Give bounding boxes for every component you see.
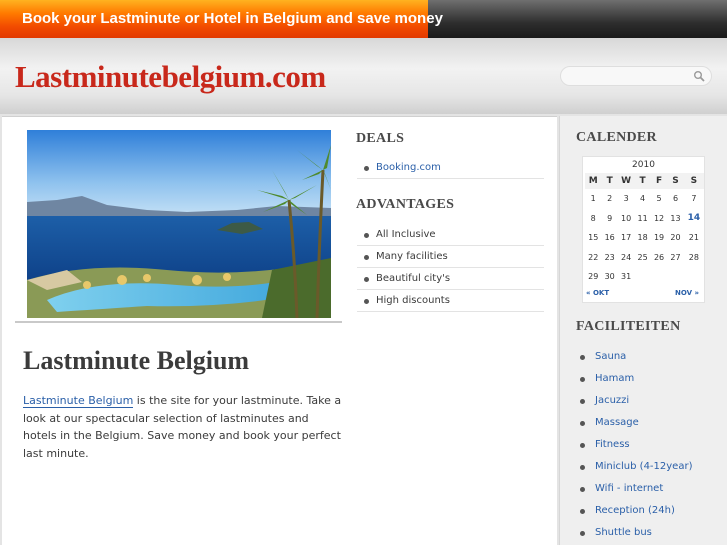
calendar-day: 24 (621, 252, 632, 262)
search-input[interactable] (560, 66, 712, 86)
facility-link[interactable]: Fitness (576, 434, 716, 456)
hero-image (27, 130, 331, 318)
calendar-day: 23 (604, 252, 615, 262)
weekday-header: F (650, 173, 668, 189)
deals-item[interactable]: Booking.com (357, 157, 544, 179)
calendar-day: 8 (590, 213, 596, 223)
calendar-day (667, 267, 683, 287)
calendar-day: 5 (656, 194, 662, 204)
post-title: Lastminute Belgium (23, 346, 250, 375)
calendar-day: 3 (623, 194, 629, 204)
calendar-day: 10 (621, 213, 632, 223)
deals-title: DEALS (356, 131, 405, 146)
weekday-header: T (634, 173, 651, 189)
calendar-day (634, 267, 650, 287)
calendar-day (651, 267, 667, 287)
weekday-header: S (667, 173, 684, 189)
calendar-grid: M T W T F S S 1 2 3 4 5 6 7 8 9 10 11 12… (585, 173, 704, 287)
calendar-day: 13 (670, 213, 681, 223)
calendar-day: 17 (621, 233, 632, 243)
calendar-day: 2 (607, 194, 613, 204)
calendar-day: 27 (670, 252, 681, 262)
facility-link[interactable]: Massage (576, 412, 716, 434)
post-body-link[interactable]: Lastminute Belgium (23, 394, 134, 408)
calendar-next-link[interactable]: NOV » (675, 289, 699, 297)
weekday-header: T (601, 173, 618, 189)
sidebar: CALENDER 2010 M T W T F S S 1 2 3 4 5 6 … (559, 116, 727, 545)
hero-divider (15, 321, 342, 323)
calendar-day: 4 (640, 194, 646, 204)
calendar-day: 6 (672, 194, 679, 204)
calendar-title: CALENDER (576, 130, 657, 145)
advantage-item: High discounts (357, 290, 544, 312)
search-icon[interactable] (693, 70, 705, 82)
calendar-day: 31 (621, 272, 632, 282)
tagline: Book your Lastminute or Hotel in Belgium… (22, 10, 443, 27)
calendar-day: 21 (688, 233, 699, 243)
weekday-header: S (683, 173, 704, 189)
facility-link[interactable]: Wifi - internet (576, 478, 716, 500)
tagline-banner: Book your Lastminute or Hotel in Belgium… (0, 0, 443, 38)
faciliteiten-title: FACILITEITEN (576, 319, 681, 334)
weekday-header: M (585, 173, 602, 189)
deals-list: Booking.com (357, 157, 544, 179)
calendar-day: 12 (653, 213, 665, 223)
post-body: Lastminute Belgium is the site for your … (23, 392, 343, 462)
calendar-day: 18 (637, 233, 648, 243)
calendar-day: 20 (670, 233, 681, 243)
calendar: 2010 M T W T F S S 1 2 3 4 5 6 7 8 9 10 … (582, 156, 705, 303)
weekday-header: W (617, 173, 635, 189)
calendar-year: 2010 (632, 160, 655, 170)
advantages-title: ADVANTAGES (356, 197, 455, 212)
calendar-day: 9 (607, 213, 613, 223)
calendar-day: 19 (653, 233, 665, 243)
calendar-day: 11 (637, 213, 648, 223)
facility-link[interactable]: Hamam (576, 368, 716, 390)
site-title-link[interactable]: Lastminutebelgium.com (15, 59, 326, 95)
advantage-item: Beautiful city's (357, 268, 544, 290)
faciliteiten-list: Sauna Hamam Jacuzzi Massage Fitness Mini… (576, 346, 716, 544)
calendar-day: 30 (604, 272, 615, 282)
top-bar: Book your Lastminute or Hotel in Belgium… (0, 0, 727, 38)
calendar-day: 7 (691, 194, 697, 204)
advantages-list: All Inclusive Many facilities Beautiful … (357, 224, 544, 312)
facility-link[interactable]: Miniclub (4-12year) (576, 456, 716, 478)
advantage-item: All Inclusive (357, 224, 544, 246)
calendar-day: 15 (588, 233, 599, 243)
facility-link[interactable]: Sauna (576, 346, 716, 368)
facility-link[interactable]: Reception (24h) (576, 500, 716, 522)
facility-link[interactable]: Shuttle bus (576, 522, 716, 544)
calendar-day: 28 (688, 252, 699, 262)
calendar-day: 1 (590, 194, 596, 204)
calendar-prev-link[interactable]: « OKT (586, 289, 609, 297)
calendar-day: 26 (653, 252, 665, 262)
calendar-day: 29 (588, 272, 599, 282)
advantage-item: Many facilities (357, 246, 544, 268)
calendar-day-today[interactable]: 14 (684, 209, 704, 229)
calendar-day: 22 (588, 252, 599, 262)
calendar-day: 25 (637, 252, 648, 262)
facility-link[interactable]: Jacuzzi (576, 390, 716, 412)
calendar-day (684, 267, 704, 287)
calendar-day: 16 (604, 233, 615, 243)
main-content: Lastminute Belgium Lastminute Belgium is… (2, 116, 557, 545)
